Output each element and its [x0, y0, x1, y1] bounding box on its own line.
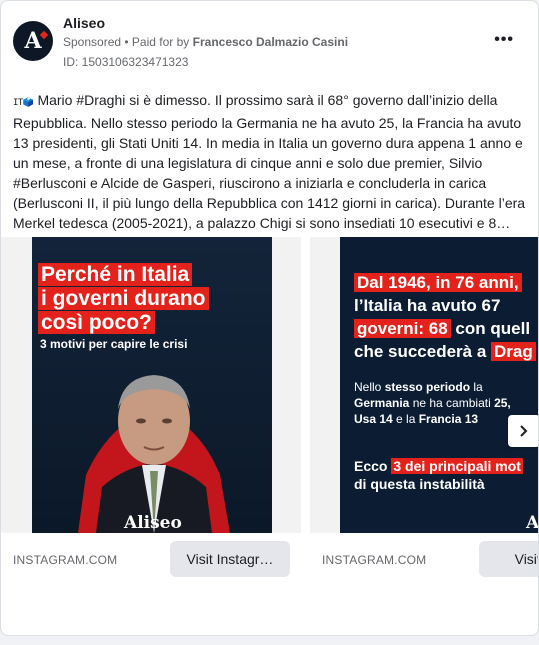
headline-line: con quell: [450, 319, 531, 338]
flag-emoji: IT🗳️: [13, 98, 34, 108]
brand-logo: Aliseo: [124, 513, 182, 533]
sponsor-line: Sponsored • Paid for by Francesco Dalmaz…: [63, 35, 348, 49]
page-name[interactable]: Aliseo: [63, 15, 105, 31]
poster-headline: Perché in Italia i governi durano così p…: [38, 263, 270, 335]
headline-line: l’Italia ha avuto 67: [354, 296, 501, 315]
post-text: IT🗳️ Mario #Draghi si è dimesso. Il pros…: [13, 90, 527, 233]
body-text: e la: [392, 412, 419, 426]
poster: Dal 1946, in 76 anni, l’Italia ha avuto …: [340, 237, 539, 533]
link-caption[interactable]: INSTAGRAM.COM: [322, 553, 426, 567]
headline-highlight: Drag: [491, 342, 536, 361]
avatar-letter: A: [24, 28, 42, 54]
ad-card: A Aliseo Sponsored • Paid for by Frances…: [0, 0, 539, 636]
carousel-slide[interactable]: Dal 1946, in 76 anni, l’Italia ha avuto …: [310, 237, 539, 587]
slide-image[interactable]: Dal 1946, in 76 anni, l’Italia ha avuto …: [310, 237, 539, 533]
poster-subheadline: 3 motivi per capire le crisi: [40, 337, 188, 351]
headline-line: Dal 1946, in 76 anni,: [354, 273, 522, 292]
headline-line: i governi durano: [38, 287, 209, 310]
lead-highlight: 3 dei principali mot: [391, 458, 523, 474]
body-text: ne ha cambiati: [409, 396, 495, 410]
visit-instagram-button[interactable]: Visit Ins: [479, 541, 538, 577]
headline-highlight: governi: 68: [354, 319, 451, 338]
slide-image[interactable]: Perché in Italia i governi durano così p…: [1, 237, 301, 533]
link-caption[interactable]: INSTAGRAM.COM: [13, 553, 117, 567]
body-bold: Francia 13: [418, 412, 479, 426]
paid-for-by-label: Paid for by: [131, 35, 190, 49]
post-header: A Aliseo Sponsored • Paid for by Frances…: [13, 13, 526, 73]
visit-instagram-button[interactable]: Visit Instagr…: [170, 541, 290, 577]
body-text: Nello: [354, 380, 385, 394]
body-bold: Usa 14: [354, 412, 393, 426]
separator-dot: •: [121, 35, 132, 49]
lead-text: di questa instabilità: [354, 476, 485, 492]
headline-line: Perché in Italia: [38, 263, 193, 286]
chevron-right-icon: [520, 425, 528, 437]
more-horizontal-icon[interactable]: •••: [494, 31, 514, 49]
headline-line: così poco?: [38, 311, 155, 334]
carousel-next-button[interactable]: [508, 415, 538, 447]
post-body: Mario #Draghi si è dimesso. Il prossimo …: [13, 92, 526, 231]
poster-lead: Ecco 3 dei principali mot di questa inst…: [354, 457, 538, 493]
portrait-image: [78, 375, 230, 533]
poster-headline: Dal 1946, in 76 anni, l’Italia ha avuto …: [354, 271, 538, 363]
lead-text: Ecco: [354, 458, 392, 474]
body-bold: 25,: [494, 396, 511, 410]
body-bold: stesso periodo: [384, 380, 471, 394]
image-carousel: Perché in Italia i governi durano così p…: [1, 237, 539, 587]
headline-line: che succederà a: [354, 342, 492, 361]
poster: Perché in Italia i governi durano così p…: [32, 237, 272, 533]
ad-id: ID: 1503106323471323: [63, 55, 189, 69]
payer-name: Francesco Dalmazio Casini: [192, 35, 349, 49]
body-text: la: [470, 380, 483, 394]
avatar[interactable]: A: [13, 21, 53, 61]
carousel-slide[interactable]: Perché in Italia i governi durano così p…: [1, 237, 301, 587]
sponsored-label: Sponsored: [63, 35, 122, 49]
brand-logo: A: [526, 513, 539, 533]
body-bold: Germania: [354, 396, 410, 410]
